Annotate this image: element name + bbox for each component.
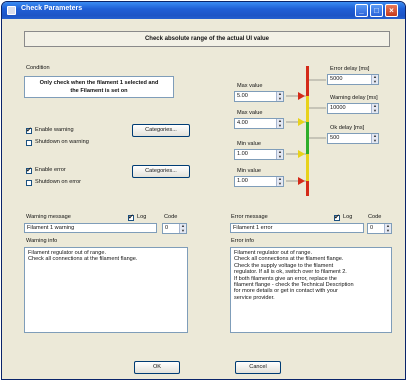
- warning-log-label: Log: [137, 214, 147, 220]
- spinner-arrows-icon[interactable]: ▲ ▼: [371, 133, 378, 143]
- range-bar-yellow-bottom: [306, 154, 309, 181]
- warning-delay-value: 10000: [330, 105, 346, 111]
- check-parameters-dialog: Check Parameters _ □ × Check absolute ra…: [1, 1, 406, 380]
- range-bar-yellow-top: [306, 96, 309, 122]
- error-delay-value: 5000: [330, 76, 343, 82]
- max-2-flag-icon: [298, 118, 305, 126]
- range-bar-red-top: [306, 66, 309, 96]
- error-delay-spinner[interactable]: 5000 ▲ ▼: [327, 74, 379, 85]
- error-message-input[interactable]: Filament 1 error: [230, 223, 364, 233]
- error-info-label: Error info: [231, 238, 255, 244]
- warning-code-spinner[interactable]: 0 ▲ ▼: [162, 223, 187, 234]
- warning-code-label: Code: [164, 214, 178, 220]
- warning-message-label: Warning message: [26, 214, 71, 220]
- warning-delay-label: Warning delay [ms]: [330, 95, 378, 101]
- error-message-label: Error message: [231, 214, 268, 220]
- warning-message-input[interactable]: Filament 1 warning: [24, 223, 157, 233]
- error-log-label: Log: [343, 214, 353, 220]
- error-delay-label: Error delay [ms]: [330, 66, 370, 72]
- error-code-spinner[interactable]: 0 ▲ ▼: [367, 223, 392, 234]
- max-1-flag-icon: [298, 92, 305, 100]
- spinner-arrows-icon[interactable]: ▲ ▼: [384, 223, 391, 233]
- error-code-value: 0: [370, 225, 374, 231]
- spinner-arrows-icon[interactable]: ▲ ▼: [371, 74, 378, 84]
- warning-delay-spinner[interactable]: 10000 ▲ ▼: [327, 103, 379, 114]
- spinner-arrows-icon[interactable]: ▲ ▼: [371, 103, 378, 113]
- error-code-label: Code: [368, 214, 382, 220]
- error-info-textarea[interactable]: Filament regulator out of range. Check a…: [230, 247, 392, 333]
- warning-log-checkbox[interactable]: [128, 213, 134, 221]
- ok-delay-label: Ok delay [ms]: [330, 125, 365, 131]
- range-bar-red-bottom: [306, 181, 309, 196]
- range-bar-green: [306, 122, 309, 154]
- cancel-button[interactable]: Cancel: [235, 361, 281, 374]
- warning-info-textarea[interactable]: Filament regulator out of range. Check a…: [24, 247, 188, 333]
- warning-info-label: Warning info: [26, 238, 58, 244]
- spinner-arrows-icon[interactable]: ▲ ▼: [179, 223, 186, 233]
- min-1-flag-icon: [298, 150, 305, 158]
- min-2-flag-icon: [298, 177, 305, 185]
- ok-delay-value: 500: [330, 135, 340, 141]
- warning-code-value: 0: [165, 225, 169, 231]
- ok-button[interactable]: OK: [134, 361, 180, 374]
- error-log-checkbox[interactable]: [334, 213, 340, 221]
- ok-delay-spinner[interactable]: 500 ▲ ▼: [327, 133, 379, 144]
